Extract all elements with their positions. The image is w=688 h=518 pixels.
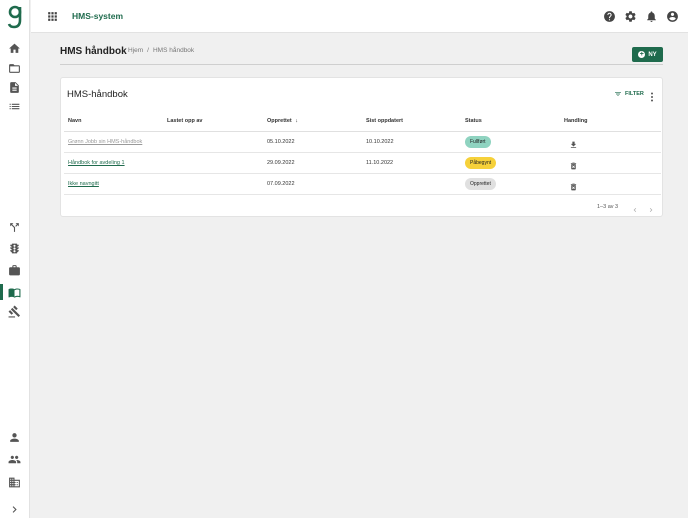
bell-icon[interactable] — [645, 10, 658, 23]
row-name-link[interactable]: Håndbok for avdeling 1 — [68, 160, 125, 166]
traffic-light-icon[interactable] — [7, 241, 22, 256]
top-app-bar: HMS-system — [31, 0, 688, 33]
active-indicator — [0, 284, 3, 300]
folder-icon[interactable] — [7, 61, 22, 76]
column-header-updated[interactable]: Sist oppdatert — [366, 118, 403, 124]
column-header-uploaded-by[interactable]: Lastet opp av — [167, 118, 202, 124]
status-badge: Fullført — [465, 136, 491, 148]
handbook-icon[interactable] — [7, 285, 22, 300]
row-created: 05.10.2022 — [267, 139, 295, 145]
row-created: 29.09.2022 — [267, 160, 295, 166]
trash-icon[interactable] — [569, 179, 578, 191]
breadcrumb: Hjem / HMS håndbok — [128, 47, 194, 54]
breadcrumb-home[interactable]: Hjem — [128, 47, 143, 54]
table-row[interactable]: Grønn Jobb sin HMS-håndbok 05.10.2022 10… — [64, 132, 661, 153]
person-icon[interactable] — [7, 430, 22, 445]
more-options-icon[interactable] — [649, 89, 655, 102]
filter-label: FILTER — [625, 91, 644, 97]
briefcase-icon[interactable] — [7, 263, 22, 278]
document-icon[interactable] — [7, 80, 22, 95]
home-icon[interactable] — [7, 41, 22, 56]
page-title: HMS håndbok — [60, 46, 127, 57]
chevron-right-icon[interactable] — [7, 502, 22, 517]
column-header-created-label: Opprettet — [267, 118, 292, 124]
handbook-table-card: HMS-håndbok FILTER Navn Lastet opp av Op… — [60, 77, 663, 217]
table-row[interactable]: Håndbok for avdeling 1 29.09.2022 11.10.… — [64, 153, 661, 174]
download-icon[interactable] — [569, 137, 578, 148]
filter-button[interactable]: FILTER — [614, 90, 644, 98]
building-icon[interactable] — [7, 475, 22, 490]
account-icon[interactable] — [666, 10, 679, 23]
row-updated: 10.10.2022 — [366, 139, 394, 145]
next-page-icon[interactable] — [647, 202, 655, 212]
new-button-label: NY — [648, 51, 657, 58]
app-title[interactable]: HMS-system — [72, 11, 123, 21]
row-updated: 11.10.2022 — [366, 160, 394, 166]
gear-icon[interactable] — [624, 10, 637, 23]
filter-icon — [615, 92, 621, 96]
table-row[interactable]: Ikke navngitt 07.09.2022 Opprettet — [64, 174, 661, 195]
brand-logo[interactable] — [7, 4, 23, 30]
column-header-created[interactable]: Opprettet ↓ — [267, 118, 298, 124]
group-icon[interactable] — [7, 452, 22, 467]
sort-arrow-icon: ↓ — [295, 118, 299, 124]
add-icon: + — [638, 51, 646, 58]
apps-icon[interactable] — [46, 10, 59, 23]
card-title: HMS-håndbok — [67, 89, 128, 100]
row-name-link[interactable]: Grønn Jobb sin HMS-håndbok — [68, 139, 142, 145]
new-button[interactable]: + NY — [632, 47, 663, 62]
status-badge: Opprettet — [465, 178, 496, 190]
column-header-action: Handling — [564, 118, 588, 124]
trash-icon[interactable] — [569, 158, 578, 170]
status-badge: Påbegynt — [465, 157, 497, 169]
sidebar — [0, 0, 30, 518]
previous-page-icon[interactable] — [631, 202, 639, 212]
gavel-icon[interactable] — [7, 304, 22, 319]
row-name-link[interactable]: Ikke navngitt — [68, 181, 99, 187]
row-created: 07.09.2022 — [267, 181, 295, 187]
breadcrumb-separator: / — [147, 47, 149, 54]
pagination-range: 1–3 av 3 — [597, 204, 619, 210]
fork-icon[interactable] — [7, 220, 22, 235]
column-header-name[interactable]: Navn — [68, 118, 81, 124]
breadcrumb-current: HMS håndbok — [152, 47, 195, 54]
header-divider — [60, 64, 663, 65]
list-icon[interactable] — [7, 99, 22, 114]
column-header-status[interactable]: Status — [465, 118, 482, 124]
help-icon[interactable] — [603, 10, 616, 23]
